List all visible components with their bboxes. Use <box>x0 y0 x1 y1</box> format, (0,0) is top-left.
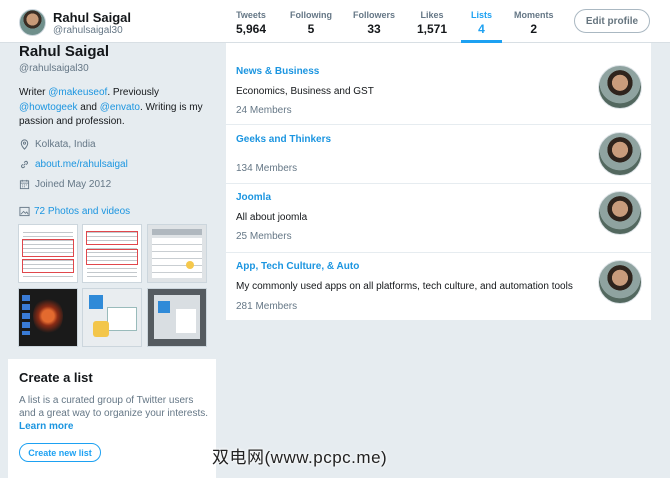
stat-lists[interactable]: Lists 4 <box>460 10 503 43</box>
thumbnail-content <box>186 261 194 269</box>
thumbnail-highlight <box>22 259 74 273</box>
avatar <box>598 191 642 235</box>
thumbnail-content <box>89 295 103 309</box>
list-description: Economics, Business and GST <box>236 86 374 97</box>
location-pin-icon <box>20 139 29 150</box>
bio-text: Writer <box>19 87 49 98</box>
list-members-count: 25 Members <box>236 231 292 242</box>
profile-name: Rahul Saigal <box>19 43 110 60</box>
list-members-count: 134 Members <box>236 163 298 174</box>
bio-mention-envato[interactable]: @envato <box>100 102 140 113</box>
list-item[interactable]: Geeks and Thinkers 134 Members <box>226 125 651 184</box>
learn-more-link[interactable]: Learn more <box>19 421 73 432</box>
header-name[interactable]: Rahul Saigal <box>53 10 131 25</box>
stat-value: 1,571 <box>417 22 448 36</box>
image-icon <box>19 206 30 217</box>
bio-text: . Previously <box>107 87 160 98</box>
thumbnail-highlight <box>86 249 138 265</box>
stat-moments[interactable]: Moments 2 <box>514 10 554 36</box>
stat-value: 5 <box>307 22 315 36</box>
photos-videos-link[interactable]: 72 Photos and videos <box>19 206 130 217</box>
stat-label: Followers <box>353 10 396 20</box>
photos-videos-label[interactable]: 72 Photos and videos <box>34 206 130 217</box>
thumbnail-highlight <box>22 239 74 257</box>
stat-tweets[interactable]: Tweets 5,964 <box>236 10 266 36</box>
bio-text: and <box>77 101 100 113</box>
profile-top-bar: Rahul Saigal @rahulsaigal30 Tweets 5,964… <box>0 0 670 43</box>
stat-following[interactable]: Following 5 <box>290 10 332 36</box>
stat-value: 5,964 <box>236 22 267 36</box>
bio-mention-howtogeek[interactable]: @howtogeek <box>19 102 78 113</box>
list-title[interactable]: App, Tech Culture, & Auto <box>236 261 359 272</box>
stat-label: Lists <box>471 10 493 20</box>
watermark: 双电网(www.pcpc.me) <box>212 448 388 467</box>
list-title[interactable]: Joomla <box>236 192 271 203</box>
stat-label: Tweets <box>236 10 266 20</box>
location-text: Kolkata, India <box>35 139 96 150</box>
avatar <box>598 132 642 176</box>
list-members-count: 24 Members <box>236 105 292 116</box>
list-item[interactable]: Joomla All about joomla 25 Members <box>226 184 651 253</box>
list-item[interactable]: App, Tech Culture, & Auto My commonly us… <box>226 253 651 320</box>
media-thumbnail[interactable] <box>18 288 78 347</box>
avatar[interactable] <box>19 9 46 36</box>
media-thumbnail[interactable] <box>18 224 78 283</box>
list-description: My commonly used apps on all platforms, … <box>236 281 573 292</box>
header-handle: @rahulsaigal30 <box>53 25 123 36</box>
thumbnail-content <box>176 309 196 333</box>
list-description: All about joomla <box>236 212 308 223</box>
avatar <box>598 260 642 304</box>
thumbnail-content <box>33 297 63 335</box>
media-thumbnail[interactable] <box>82 224 142 283</box>
media-thumbnail[interactable] <box>82 288 142 347</box>
avatar <box>598 65 642 109</box>
stat-followers[interactable]: Followers 33 <box>353 10 395 36</box>
media-thumbnail[interactable] <box>147 224 207 283</box>
thumbnail-content <box>152 238 202 278</box>
create-new-list-button[interactable]: Create new list <box>19 443 101 462</box>
create-list-module: Create a list A list is a curated group … <box>8 359 216 478</box>
media-thumbnail[interactable] <box>147 288 207 347</box>
stat-likes[interactable]: Likes 1,571 <box>417 10 447 36</box>
profile-joined: Joined May 2012 <box>19 179 111 190</box>
profile-bio: Writer @makeuseof. Previously @howtogeek… <box>19 86 214 130</box>
create-list-description: A list is a curated group of Twitter use… <box>19 394 209 433</box>
create-list-text: A list is a curated group of Twitter use… <box>19 395 208 419</box>
profile-sidebar: Rahul Saigal @rahulsaigal30 Writer @make… <box>0 0 220 478</box>
stat-value: 33 <box>367 22 381 36</box>
thumbnail-content <box>107 307 137 331</box>
list-members-count: 281 Members <box>236 301 298 312</box>
profile-website[interactable]: about.me/rahulsaigal <box>19 159 128 170</box>
website-link[interactable]: about.me/rahulsaigal <box>35 159 128 170</box>
profile-handle: @rahulsaigal30 <box>19 63 89 74</box>
edit-profile-button[interactable]: Edit profile <box>574 9 650 33</box>
thumbnail-content <box>152 229 202 235</box>
thumbnail-highlight <box>86 231 138 245</box>
lists-panel: Subscribed to Member of News & Business … <box>226 36 651 320</box>
list-title[interactable]: News & Business <box>236 66 319 77</box>
stat-value: 2 <box>530 22 538 36</box>
list-item[interactable]: News & Business Economics, Business and … <box>226 56 651 125</box>
bio-mention-makeuseof[interactable]: @makeuseof <box>48 87 107 98</box>
create-list-title: Create a list <box>19 370 93 385</box>
thumbnail-content <box>93 321 109 337</box>
stat-label: Following <box>290 10 332 20</box>
link-icon <box>21 160 28 169</box>
list-title[interactable]: Geeks and Thinkers <box>236 134 331 145</box>
stat-label: Moments <box>514 10 554 20</box>
stat-label: Likes <box>420 10 444 20</box>
profile-location: Kolkata, India <box>19 139 96 150</box>
stat-value: 4 <box>478 22 485 36</box>
joined-text: Joined May 2012 <box>35 179 112 190</box>
thumbnail-content <box>22 295 30 335</box>
thumbnail-content <box>158 301 170 313</box>
calendar-icon <box>19 179 30 190</box>
